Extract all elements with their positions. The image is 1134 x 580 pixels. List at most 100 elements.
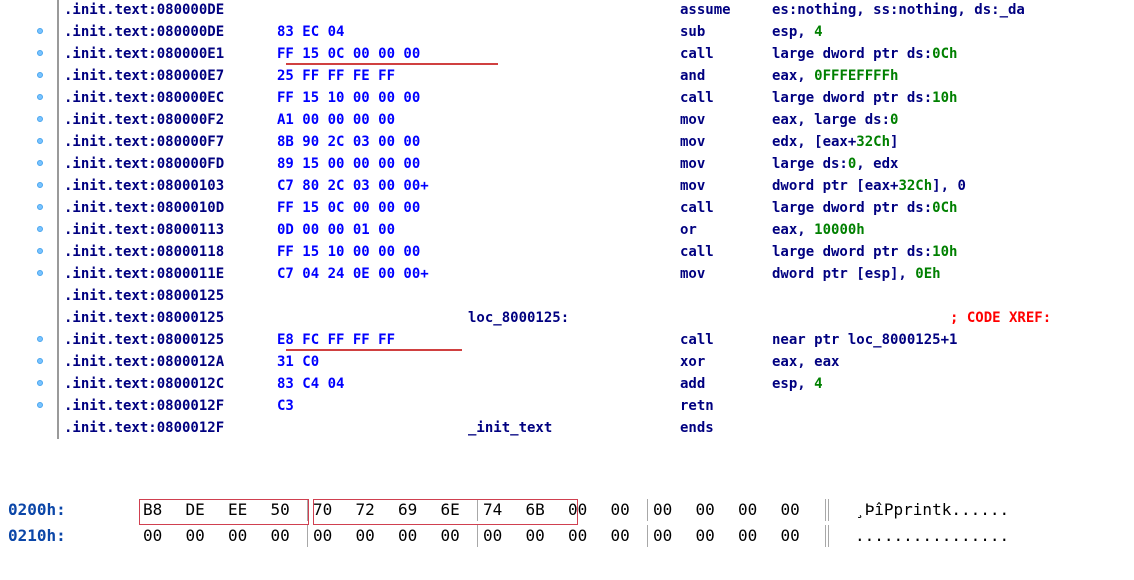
hex-byte[interactable]: 00	[781, 497, 800, 523]
disasm-row[interactable]: .init.text:080000EC FF 15 10 00 00 00 call…	[0, 87, 1134, 109]
disasm-row[interactable]: .init.text:080000F7 8B 90 2C 03 00 00 mov e…	[0, 131, 1134, 153]
operand-text: large dword ptr ds:	[772, 244, 933, 260]
breakpoint-dot-icon[interactable]	[37, 270, 43, 276]
operands: esp, 4	[772, 21, 823, 43]
mnemonic: mov	[680, 112, 706, 128]
highlight-box-string	[313, 499, 578, 525]
disasm-row[interactable]: .init.text:080000F2 A1 00 00 00 00 mov eax,…	[0, 109, 1134, 131]
disasm-row[interactable]: .init.text:080000FD 89 15 00 00 00 00 mov l…	[0, 153, 1134, 175]
hex-byte[interactable]: 00	[696, 523, 715, 549]
operands: esp, 4	[772, 373, 823, 395]
opcode-bytes: 83 C4 04	[277, 376, 345, 392]
gutter-line	[57, 241, 59, 263]
disasm-row[interactable]: .init.text:08000125 loc_8000125: ; CODE XR…	[0, 307, 1134, 329]
disasm-row[interactable]: .init.text:0800012A 31 C0 xor eax, eax	[0, 351, 1134, 373]
gutter-line	[57, 43, 59, 65]
ascii-column[interactable]: ¸ÞîPprintk......	[855, 497, 1009, 523]
hex-byte[interactable]: 00	[526, 523, 545, 549]
ascii-column[interactable]: ................	[855, 523, 1009, 549]
immediate-value: 10h	[932, 90, 958, 106]
disasm-row[interactable]: .init.text:080000E1 FF 15 0C 00 00 00 call…	[0, 43, 1134, 65]
operand-tail: ]	[890, 134, 899, 150]
hex-byte[interactable]: 00	[696, 497, 715, 523]
breakpoint-dot-icon[interactable]	[37, 72, 43, 78]
mnemonic: ends	[680, 420, 714, 436]
address: .init.text:080000E1	[64, 46, 225, 62]
disasm-row[interactable]: .init.text:08000125	[0, 285, 1134, 307]
breakpoint-dot-icon[interactable]	[37, 138, 43, 144]
operand-text: dword ptr [esp],	[772, 266, 916, 282]
mnemonic: xor	[680, 354, 706, 370]
immediate-value: 10000h	[814, 222, 865, 238]
breakpoint-dot-icon[interactable]	[37, 380, 43, 386]
disasm-row[interactable]: .init.text:080000DE assume es:nothing, ss:…	[0, 0, 1134, 21]
operand-text: edx, [eax+	[772, 134, 857, 150]
hex-byte[interactable]: 00	[271, 523, 290, 549]
disasm-row[interactable]: .init.text:08000125 E8 FC FF FF FF call nea…	[0, 329, 1134, 351]
hex-byte[interactable]: 00	[483, 523, 502, 549]
mnemonic: or	[680, 222, 697, 238]
breakpoint-dot-icon[interactable]	[37, 116, 43, 122]
hex-byte[interactable]: 00	[228, 523, 247, 549]
hex-byte[interactable]: 00	[568, 523, 587, 549]
breakpoint-dot-icon[interactable]	[37, 50, 43, 56]
disasm-row[interactable]: .init.text:08000103 C7 80 2C 03 00 00+ mov…	[0, 175, 1134, 197]
opcode-bytes: E8 FC FF FF FF	[277, 332, 396, 348]
operand-text: large ds:	[772, 156, 848, 172]
hex-byte[interactable]: 00	[781, 523, 800, 549]
breakpoint-dot-icon[interactable]	[37, 28, 43, 34]
hex-byte[interactable]: 00	[653, 523, 672, 549]
hex-byte[interactable]: 00	[653, 497, 672, 523]
operands: eax, 0FFFEFFFFh	[772, 65, 898, 87]
disasm-row[interactable]: .init.text:08000113 0D 00 00 01 00 or eax, …	[0, 219, 1134, 241]
immediate-value: 32Ch	[856, 134, 891, 150]
hex-byte[interactable]: 00	[356, 523, 375, 549]
address: .init.text:080000EC	[64, 90, 225, 106]
disasm-row[interactable]: .init.text:080000E7 25 FF FF FE FF and eax,…	[0, 65, 1134, 87]
gutter-line	[57, 0, 59, 21]
disasm-row[interactable]: .init.text:0800012F C3 retn	[0, 395, 1134, 417]
operands: near ptr loc_8000125+1	[772, 329, 957, 351]
disasm-row[interactable]: .init.text:08000118 FF 15 10 00 00 00 call…	[0, 241, 1134, 263]
code-label: loc_8000125:	[468, 310, 570, 326]
hex-byte[interactable]: 00	[738, 497, 757, 523]
hex-byte[interactable]: 00	[441, 523, 460, 549]
breakpoint-dot-icon[interactable]	[37, 336, 43, 342]
breakpoint-dot-icon[interactable]	[37, 182, 43, 188]
hex-byte[interactable]: 00	[398, 523, 417, 549]
hex-byte[interactable]: 00	[143, 523, 162, 549]
breakpoint-dot-icon[interactable]	[37, 226, 43, 232]
gutter-line	[57, 109, 59, 131]
disasm-row[interactable]: .init.text:0800012C 83 C4 04 add esp, 4	[0, 373, 1134, 395]
address: .init.text:08000125	[64, 332, 225, 348]
immediate-value: 4	[814, 376, 823, 392]
hex-byte[interactable]: 00	[313, 523, 332, 549]
disasm-row[interactable]: .init.text:0800010D FF 15 0C 00 00 00 call…	[0, 197, 1134, 219]
disasm-row[interactable]: .init.text:0800012F _init_text ends	[0, 417, 1134, 439]
hex-byte[interactable]: 00	[186, 523, 205, 549]
operand-text: es:nothing, ss:nothing, ds:_da	[772, 2, 1025, 18]
ascii-separator	[828, 525, 829, 547]
gutter-line	[57, 351, 59, 373]
gutter-line	[57, 65, 59, 87]
address: .init.text:08000118	[64, 244, 225, 260]
address: .init.text:0800010D	[64, 200, 225, 216]
address: .init.text:0800012F	[64, 398, 225, 414]
operand-text: eax,	[772, 68, 815, 84]
breakpoint-dot-icon[interactable]	[37, 160, 43, 166]
breakpoint-dot-icon[interactable]	[37, 402, 43, 408]
mnemonic: and	[680, 68, 706, 84]
hex-row[interactable]: 0210h: 00 00 00 00 00 00 00 00 00 00 00 00 00 00 00 00..…	[0, 523, 1134, 549]
breakpoint-dot-icon[interactable]	[37, 94, 43, 100]
breakpoint-dot-icon[interactable]	[37, 358, 43, 364]
disasm-row[interactable]: .init.text:0800011E C7 04 24 0E 00 00+ mov…	[0, 263, 1134, 285]
operand-tail: , edx	[856, 156, 899, 172]
hex-byte[interactable]: 00	[611, 523, 630, 549]
hex-byte[interactable]: 00	[738, 523, 757, 549]
breakpoint-dot-icon[interactable]	[37, 248, 43, 254]
address: .init.text:080000FD	[64, 156, 225, 172]
mnemonic: call	[680, 46, 714, 62]
disasm-row[interactable]: .init.text:080000DE 83 EC 04 sub esp, 4	[0, 21, 1134, 43]
breakpoint-dot-icon[interactable]	[37, 204, 43, 210]
hex-byte[interactable]: 00	[611, 497, 630, 523]
